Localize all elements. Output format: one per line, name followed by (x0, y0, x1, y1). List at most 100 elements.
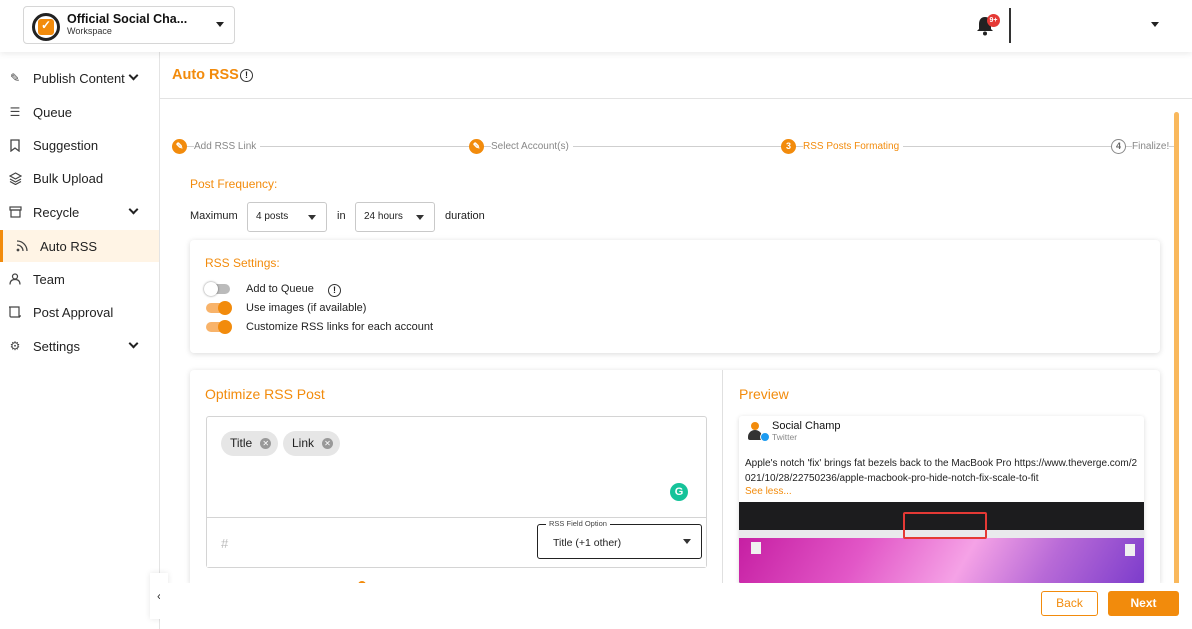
rss-field-option-select[interactable]: RSS Field Option Title (+1 other) (537, 519, 702, 559)
step-2-pencil-icon: ✎ (469, 139, 484, 154)
optimize-rss-post-title: Optimize RSS Post (205, 386, 325, 402)
step-2-label[interactable]: Select Account(s) (491, 141, 573, 152)
user-menu-chevron-icon[interactable] (1151, 22, 1159, 27)
highlight-box (903, 512, 987, 539)
footer-bar (160, 583, 1192, 629)
customize-links-toggle[interactable] (206, 320, 232, 334)
use-images-label: Use images (if available) (246, 302, 367, 314)
remove-chip-icon[interactable]: ✕ (322, 438, 334, 449)
step-4-label[interactable]: Finalize! (1132, 141, 1170, 152)
duration-select[interactable]: 24 hours (355, 202, 435, 232)
chip-link: Link ✕ (283, 431, 341, 456)
step-1-label[interactable]: Add RSS Link (194, 141, 261, 152)
layers-icon (8, 171, 22, 185)
sidebar-item-team[interactable]: Team (0, 263, 159, 295)
grammarly-icon[interactable]: G (670, 483, 688, 501)
use-images-toggle[interactable] (206, 301, 232, 315)
workspace-name: Official Social Cha... (67, 12, 188, 26)
archive-icon (8, 205, 22, 219)
preview-title: Preview (739, 386, 789, 402)
rss-settings-title: RSS Settings: (205, 256, 280, 270)
sidebar: ✎ Publish Content ☰ Queue Suggestion Bul… (0, 52, 160, 629)
chip-label: Title (230, 436, 253, 450)
sidebar-item-recycle[interactable]: Recycle (0, 196, 159, 228)
remove-chip-icon[interactable]: ✕ (260, 438, 272, 449)
editor-footer: # RSS Field Option Title (+1 other) (207, 517, 706, 567)
sidebar-item-label: Post Approval (33, 304, 114, 320)
pen-icon: ✎ (9, 71, 21, 85)
gear-icon: ⚙ (9, 339, 21, 353)
info-icon[interactable]: ! (240, 69, 253, 82)
account-name: Social Champ (772, 420, 841, 432)
stepper-line (186, 146, 1176, 147)
preview-post-card: Social Champ Twitter Apple's notch 'fix'… (739, 416, 1144, 584)
twitter-icon (760, 432, 770, 442)
see-less-link[interactable]: See less... (745, 486, 792, 497)
sidebar-item-label: Team (33, 271, 65, 287)
sidebar-item-label: Queue (33, 104, 73, 120)
chevron-down-icon (416, 215, 424, 220)
sidebar-item-queue[interactable]: ☰ Queue (0, 96, 159, 128)
step-3-number: 3 (781, 139, 796, 154)
optimize-preview-card: Optimize RSS Post Title ✕ Link ✕ G # RSS… (190, 370, 1160, 584)
sidebar-item-label: Bulk Upload (33, 170, 104, 186)
sidebar-item-publish-content[interactable]: ✎ Publish Content (0, 62, 159, 94)
divider (160, 98, 1192, 99)
scroll-icon (8, 305, 22, 319)
step-3-label[interactable]: RSS Posts Formating (803, 141, 904, 152)
chevron-down-icon (128, 204, 139, 215)
sidebar-item-suggestion[interactable]: Suggestion (0, 129, 159, 161)
duration-value: 24 hours (364, 211, 403, 222)
info-icon[interactable]: ! (328, 284, 341, 297)
divider (1009, 8, 1011, 43)
chevron-down-icon (128, 338, 139, 349)
back-button[interactable]: Back (1041, 591, 1098, 616)
user-icon (8, 272, 22, 286)
chip-title: Title ✕ (221, 431, 279, 456)
rss-field-option-value: Title (+1 other) (553, 537, 622, 549)
divider (722, 370, 723, 584)
rss-settings-card: RSS Settings: Add to Queue ! Use images … (190, 240, 1160, 353)
list-icon: ☰ (9, 105, 21, 119)
sidebar-item-label: Auto RSS (40, 238, 98, 254)
sidebar-item-post-approval[interactable]: Post Approval (0, 296, 159, 328)
chevron-down-icon (128, 70, 139, 81)
notification-badge: 9+ (987, 14, 1000, 27)
sidebar-item-label: Publish Content (33, 70, 125, 86)
rss-field-option-label: RSS Field Option (546, 519, 610, 528)
chevron-down-icon (683, 539, 691, 544)
add-to-queue-label: Add to Queue (246, 283, 314, 295)
preview-image (739, 502, 1144, 584)
top-bar: ✓ Official Social Cha... Workspace 9+ (0, 0, 1192, 52)
step-4-number: 4 (1111, 139, 1126, 154)
workspace-subtitle: Workspace (67, 26, 112, 36)
sidebar-item-bulk-upload[interactable]: Bulk Upload (0, 162, 159, 194)
network-name: Twitter (772, 432, 798, 442)
customize-links-label: Customize RSS links for each account (246, 321, 434, 333)
next-button[interactable]: Next (1108, 591, 1179, 616)
chevron-down-icon (216, 22, 224, 27)
hashtag-input[interactable]: # (221, 536, 228, 551)
add-to-queue-toggle[interactable] (204, 282, 230, 296)
step-1-pencil-icon: ✎ (172, 139, 187, 154)
posts-count-value: 4 posts (256, 211, 289, 222)
sidebar-item-label: Settings (33, 338, 80, 354)
sidebar-item-label: Suggestion (33, 137, 99, 153)
bookmark-icon (8, 138, 22, 152)
sidebar-item-label: Recycle (33, 204, 80, 220)
workspace-logo-icon: ✓ (32, 13, 60, 41)
page-title: Auto RSS (172, 67, 239, 83)
posts-count-select[interactable]: 4 posts (247, 202, 327, 232)
maximum-label: Maximum (190, 210, 238, 222)
scrollbar[interactable] (1174, 112, 1179, 585)
rss-icon (15, 239, 29, 253)
sidebar-item-auto-rss[interactable]: Auto RSS (0, 230, 159, 262)
in-label: in (337, 210, 346, 222)
duration-label: duration (445, 210, 485, 222)
post-template-editor[interactable]: Title ✕ Link ✕ G # RSS Field Option Titl… (206, 416, 707, 568)
workspace-selector[interactable]: ✓ Official Social Cha... Workspace (23, 6, 235, 44)
post-frequency-label: Post Frequency: (190, 177, 278, 191)
chip-label: Link (292, 436, 315, 450)
preview-post-text: Apple's notch 'fix' brings fat bezels ba… (745, 458, 1138, 484)
sidebar-item-settings[interactable]: ⚙ Settings (0, 330, 159, 362)
